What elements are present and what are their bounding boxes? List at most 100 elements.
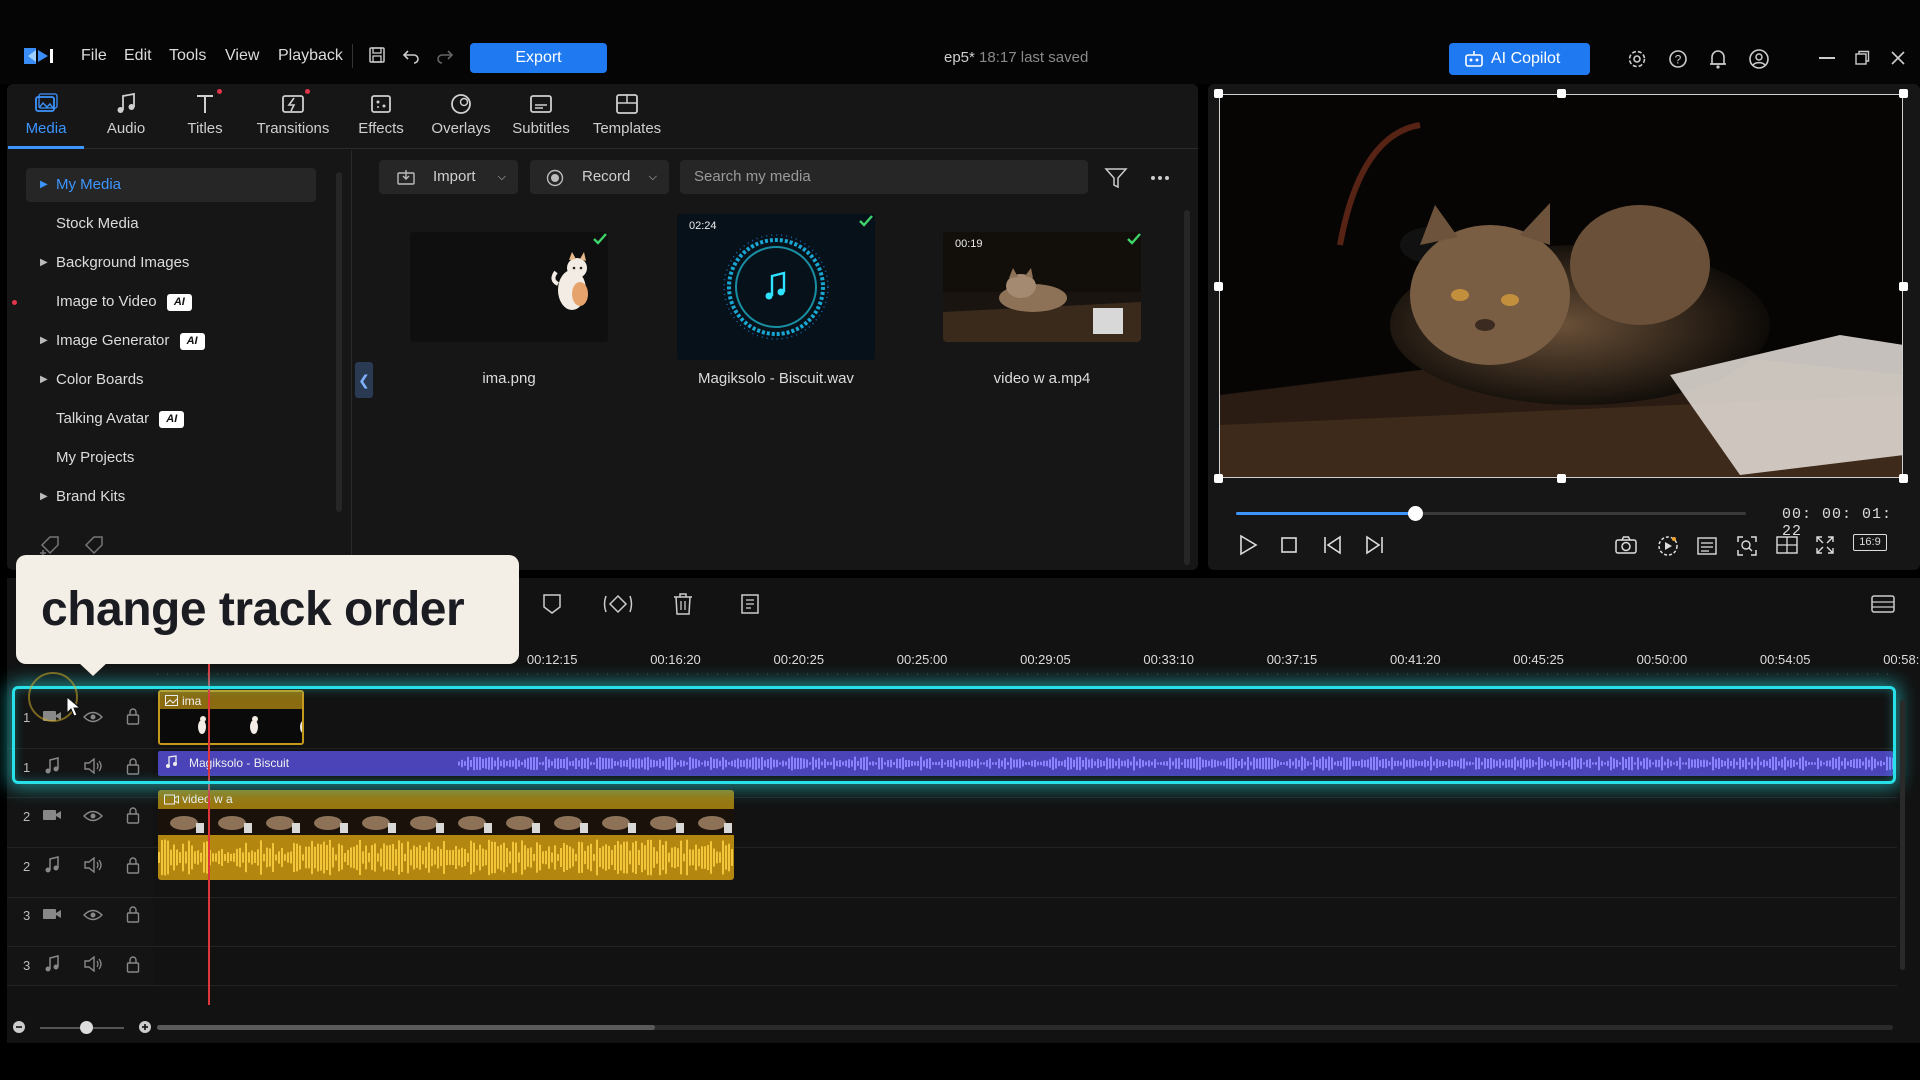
preview-timecode: 00: 00: 01: 22 [1782,506,1893,540]
settings-gear-icon[interactable] [1627,49,1647,69]
menu-divider [352,44,353,68]
import-button[interactable]: Import ⌵ [379,160,518,194]
restore-icon[interactable] [1854,50,1870,66]
ruler-tick-label: 00:37:15 [1266,652,1318,667]
close-icon[interactable] [1890,50,1906,66]
sidebar-item-talking-avatar[interactable]: Talking Avatar AI [26,402,316,436]
zoom-slider[interactable] [40,1021,124,1034]
overlays-icon [451,94,471,114]
speaker-volume-icon[interactable] [83,857,103,873]
media-scrollbar[interactable] [1184,210,1190,565]
menu-file[interactable]: File [81,47,107,65]
undo-icon[interactable] [402,46,420,64]
resize-handle[interactable] [1899,474,1908,483]
redo-icon[interactable] [436,46,454,64]
lock-icon[interactable] [126,806,140,824]
sidebar-item-image-generator[interactable]: ▶ Image Generator AI [26,324,316,358]
timeline-horizontal-scrollbar[interactable] [157,1025,1893,1030]
tab-audio[interactable]: Audio [87,92,165,137]
resize-handle[interactable] [1899,89,1908,98]
filter-icon[interactable] [1104,167,1128,189]
resize-handle[interactable] [1214,474,1223,483]
previous-frame-icon[interactable] [1322,534,1344,556]
title-bar [0,0,1920,84]
ai-copilot-button[interactable]: AI Copilot [1449,43,1590,75]
tab-overlays[interactable]: Overlays [422,92,500,137]
tab-titles[interactable]: Titles [166,92,244,137]
sidebar-scrollbar[interactable] [336,172,342,512]
tab-templates[interactable]: Templates [588,92,666,137]
resize-handle[interactable] [1557,89,1566,98]
account-icon[interactable] [1748,48,1770,70]
media-thumb-video[interactable]: 00:19 [943,232,1141,342]
timeline-ruler[interactable] [157,670,1897,680]
delete-trash-icon[interactable] [672,592,694,616]
lock-icon[interactable] [126,955,140,973]
next-frame-icon[interactable] [1363,534,1385,556]
speaker-volume-icon[interactable] [83,956,103,972]
sidebar-item-image-to-video[interactable]: Image to Video AI [26,285,316,319]
timeline-settings-icon[interactable] [1870,592,1896,616]
tab-subtitles[interactable]: Subtitles [502,92,580,137]
resize-handle[interactable] [1214,282,1223,291]
menu-playback[interactable]: Playback [278,47,343,65]
timeline-vertical-scrollbar[interactable] [1900,700,1905,970]
more-options-icon[interactable] [1150,175,1170,181]
render-preview-icon[interactable] [1656,535,1680,557]
sidebar-item-label: Talking Avatar [56,410,150,427]
zoom-out-icon[interactable] [12,1020,26,1034]
tab-effects[interactable]: Effects [342,92,420,137]
track-separator [7,897,1897,898]
text-clip-icon[interactable] [738,592,762,616]
resize-handle[interactable] [1899,282,1908,291]
notification-bell-icon[interactable] [1708,48,1728,70]
sidebar-item-stock-media[interactable]: Stock Media [26,207,316,241]
preview-scrubber[interactable] [1236,506,1746,521]
resize-handle[interactable] [1214,89,1223,98]
media-icon [35,93,58,112]
zoom-in-icon[interactable] [138,1020,152,1034]
visibility-eye-icon[interactable] [83,809,103,823]
aspect-ratio-button[interactable]: 16:9 [1853,534,1887,551]
keyframe-icon[interactable] [602,592,634,616]
fullscreen-icon[interactable] [1815,535,1835,555]
sidebar-item-label: My Projects [56,449,135,466]
video-camera-icon [42,907,62,921]
media-thumb-audio[interactable]: 02:24 [677,214,875,360]
scrollbar-thumb[interactable] [157,1025,655,1030]
help-icon[interactable]: ? [1668,49,1688,69]
save-icon[interactable] [368,46,386,64]
visibility-eye-icon[interactable] [83,908,103,922]
search-input[interactable]: Search my media [680,160,1088,194]
media-thumb-image[interactable] [410,232,608,342]
add-tag-icon[interactable] [38,533,64,555]
sidebar-item-my-media[interactable]: ▶ My Media [26,168,316,202]
record-button[interactable]: Record ⌵ [530,160,669,194]
menu-view[interactable]: View [225,47,259,65]
zoom-fit-icon[interactable] [1736,535,1758,557]
tag-icon[interactable] [82,533,106,555]
split-view-icon[interactable] [1775,535,1799,555]
export-button[interactable]: Export [470,43,607,73]
snapshot-camera-icon[interactable] [1614,535,1638,555]
collapse-sidebar-button[interactable]: ❮ [355,362,373,398]
markers-list-icon[interactable] [1696,536,1718,556]
tab-media[interactable]: Media [7,92,85,137]
play-icon[interactable] [1238,534,1258,556]
preview-canvas[interactable] [1219,94,1903,478]
stop-icon[interactable] [1280,536,1298,554]
sidebar-item-background-images[interactable]: ▶ Background Images [26,246,316,280]
resize-handle[interactable] [1557,474,1566,483]
scrubber-knob[interactable] [1407,506,1423,521]
lock-icon[interactable] [126,905,140,923]
minimize-icon[interactable] [1819,57,1835,59]
lock-icon[interactable] [126,856,140,874]
marker-icon[interactable] [541,592,563,616]
video-clip[interactable]: video w a [158,790,734,880]
tab-transitions[interactable]: Transitions [253,92,333,137]
sidebar-item-color-boards[interactable]: ▶ Color Boards [26,363,316,397]
sidebar-item-brand-kits[interactable]: ▶ Brand Kits [26,480,316,514]
menu-edit[interactable]: Edit [124,47,152,65]
menu-tools[interactable]: Tools [169,47,206,65]
sidebar-item-my-projects[interactable]: My Projects [26,441,316,475]
